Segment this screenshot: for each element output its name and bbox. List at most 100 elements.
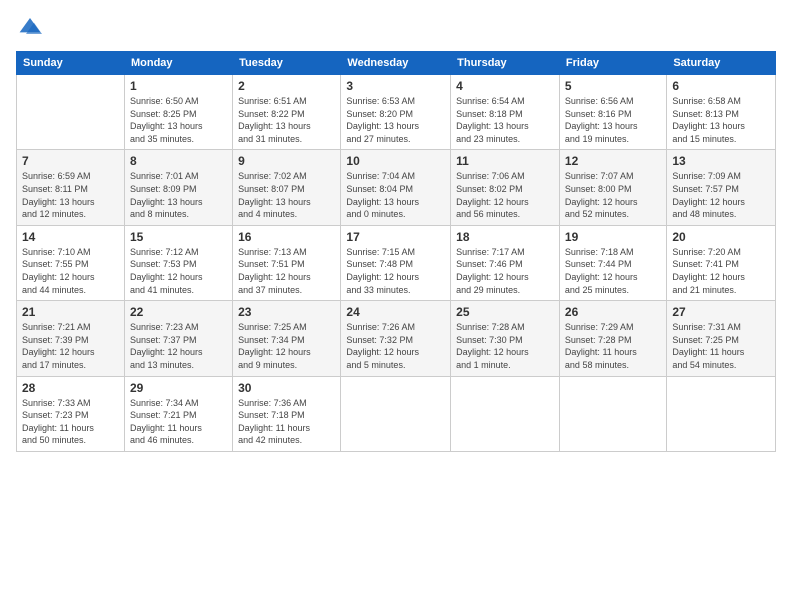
day-number: 24 bbox=[346, 305, 445, 319]
day-number: 15 bbox=[130, 230, 227, 244]
calendar-header-row: SundayMondayTuesdayWednesdayThursdayFrid… bbox=[17, 52, 776, 75]
logo bbox=[16, 16, 42, 41]
day-number: 18 bbox=[456, 230, 554, 244]
day-info: Sunrise: 6:59 AM Sunset: 8:11 PM Dayligh… bbox=[22, 170, 119, 220]
calendar-cell bbox=[17, 75, 125, 150]
day-info: Sunrise: 7:29 AM Sunset: 7:28 PM Dayligh… bbox=[565, 321, 661, 371]
day-info: Sunrise: 7:13 AM Sunset: 7:51 PM Dayligh… bbox=[238, 246, 335, 296]
calendar-cell: 19Sunrise: 7:18 AM Sunset: 7:44 PM Dayli… bbox=[559, 225, 666, 300]
day-number: 13 bbox=[672, 154, 770, 168]
day-number: 19 bbox=[565, 230, 661, 244]
calendar-cell: 2 Sunrise: 6:51 AM Sunset: 8:22 PM Daylig… bbox=[233, 75, 341, 150]
day-number: 22 bbox=[130, 305, 227, 319]
day-number: 23 bbox=[238, 305, 335, 319]
day-number: 27 bbox=[672, 305, 770, 319]
calendar-cell: 17 Sunrise: 7:15 AM Sunset: 7:48 PM Dayli… bbox=[341, 225, 451, 300]
calendar-header-wednesday: Wednesday bbox=[341, 52, 451, 75]
calendar-cell: 6Sunrise: 6:58 AM Sunset: 8:13 PM Daylig… bbox=[667, 75, 776, 150]
calendar-cell: 27 Sunrise: 7:31 AM Sunset: 7:25 PM Dayli… bbox=[667, 301, 776, 376]
calendar-week-row: 28 Sunrise: 7:33 AM Sunset: 7:23 PM Dayli… bbox=[17, 376, 776, 451]
calendar-cell: 12Sunrise: 7:07 AM Sunset: 8:00 PM Dayli… bbox=[559, 150, 666, 225]
calendar-cell: 30 Sunrise: 7:36 AM Sunset: 7:18 PM Dayli… bbox=[233, 376, 341, 451]
calendar-cell: 1 Sunrise: 6:50 AM Sunset: 8:25 PM Daylig… bbox=[124, 75, 232, 150]
day-info: Sunrise: 7:33 AM Sunset: 7:23 PM Dayligh… bbox=[22, 397, 119, 447]
day-number: 7 bbox=[22, 154, 119, 168]
day-number: 6 bbox=[672, 79, 770, 93]
day-info: Sunrise: 7:21 AM Sunset: 7:39 PM Dayligh… bbox=[22, 321, 119, 371]
calendar-header-tuesday: Tuesday bbox=[233, 52, 341, 75]
day-info: Sunrise: 7:25 AM Sunset: 7:34 PM Dayligh… bbox=[238, 321, 335, 371]
day-number: 5 bbox=[565, 79, 661, 93]
day-number: 11 bbox=[456, 154, 554, 168]
day-info: Sunrise: 6:51 AM Sunset: 8:22 PM Dayligh… bbox=[238, 95, 335, 145]
day-info: Sunrise: 7:15 AM Sunset: 7:48 PM Dayligh… bbox=[346, 246, 445, 296]
day-info: Sunrise: 7:28 AM Sunset: 7:30 PM Dayligh… bbox=[456, 321, 554, 371]
day-number: 17 bbox=[346, 230, 445, 244]
calendar-cell: 18 Sunrise: 7:17 AM Sunset: 7:46 PM Dayli… bbox=[451, 225, 560, 300]
day-info: Sunrise: 6:56 AM Sunset: 8:16 PM Dayligh… bbox=[565, 95, 661, 145]
day-info: Sunrise: 7:26 AM Sunset: 7:32 PM Dayligh… bbox=[346, 321, 445, 371]
calendar-cell: 28 Sunrise: 7:33 AM Sunset: 7:23 PM Dayli… bbox=[17, 376, 125, 451]
calendar-cell: 13 Sunrise: 7:09 AM Sunset: 7:57 PM Dayli… bbox=[667, 150, 776, 225]
calendar-week-row: 14 Sunrise: 7:10 AM Sunset: 7:55 PM Dayli… bbox=[17, 225, 776, 300]
day-number: 12 bbox=[565, 154, 661, 168]
calendar-cell: 14 Sunrise: 7:10 AM Sunset: 7:55 PM Dayli… bbox=[17, 225, 125, 300]
calendar-cell: 3Sunrise: 6:53 AM Sunset: 8:20 PM Daylig… bbox=[341, 75, 451, 150]
day-info: Sunrise: 7:34 AM Sunset: 7:21 PM Dayligh… bbox=[130, 397, 227, 447]
day-number: 4 bbox=[456, 79, 554, 93]
calendar-cell: 16Sunrise: 7:13 AM Sunset: 7:51 PM Dayli… bbox=[233, 225, 341, 300]
day-info: Sunrise: 6:53 AM Sunset: 8:20 PM Dayligh… bbox=[346, 95, 445, 145]
calendar-cell: 11 Sunrise: 7:06 AM Sunset: 8:02 PM Dayli… bbox=[451, 150, 560, 225]
day-number: 25 bbox=[456, 305, 554, 319]
day-number: 14 bbox=[22, 230, 119, 244]
day-info: Sunrise: 7:02 AM Sunset: 8:07 PM Dayligh… bbox=[238, 170, 335, 220]
day-info: Sunrise: 7:06 AM Sunset: 8:02 PM Dayligh… bbox=[456, 170, 554, 220]
day-number: 2 bbox=[238, 79, 335, 93]
calendar-header-thursday: Thursday bbox=[451, 52, 560, 75]
calendar-cell: 26 Sunrise: 7:29 AM Sunset: 7:28 PM Dayli… bbox=[559, 301, 666, 376]
day-number: 8 bbox=[130, 154, 227, 168]
calendar-cell: 24 Sunrise: 7:26 AM Sunset: 7:32 PM Dayli… bbox=[341, 301, 451, 376]
calendar-cell bbox=[451, 376, 560, 451]
calendar-cell: 7 Sunrise: 6:59 AM Sunset: 8:11 PM Daylig… bbox=[17, 150, 125, 225]
calendar-header-monday: Monday bbox=[124, 52, 232, 75]
calendar-cell: 23 Sunrise: 7:25 AM Sunset: 7:34 PM Dayli… bbox=[233, 301, 341, 376]
calendar-cell bbox=[559, 376, 666, 451]
calendar-cell: 20Sunrise: 7:20 AM Sunset: 7:41 PM Dayli… bbox=[667, 225, 776, 300]
day-number: 21 bbox=[22, 305, 119, 319]
day-number: 1 bbox=[130, 79, 227, 93]
day-number: 28 bbox=[22, 381, 119, 395]
calendar-cell: 5 Sunrise: 6:56 AM Sunset: 8:16 PM Daylig… bbox=[559, 75, 666, 150]
day-number: 10 bbox=[346, 154, 445, 168]
calendar-week-row: 21 Sunrise: 7:21 AM Sunset: 7:39 PM Dayli… bbox=[17, 301, 776, 376]
day-number: 29 bbox=[130, 381, 227, 395]
calendar-table: SundayMondayTuesdayWednesdayThursdayFrid… bbox=[16, 51, 776, 452]
day-info: Sunrise: 7:12 AM Sunset: 7:53 PM Dayligh… bbox=[130, 246, 227, 296]
day-info: Sunrise: 7:17 AM Sunset: 7:46 PM Dayligh… bbox=[456, 246, 554, 296]
day-info: Sunrise: 7:36 AM Sunset: 7:18 PM Dayligh… bbox=[238, 397, 335, 447]
day-info: Sunrise: 7:23 AM Sunset: 7:37 PM Dayligh… bbox=[130, 321, 227, 371]
calendar-week-row: 1 Sunrise: 6:50 AM Sunset: 8:25 PM Daylig… bbox=[17, 75, 776, 150]
calendar-week-row: 7 Sunrise: 6:59 AM Sunset: 8:11 PM Daylig… bbox=[17, 150, 776, 225]
day-number: 9 bbox=[238, 154, 335, 168]
day-number: 26 bbox=[565, 305, 661, 319]
calendar-cell: 10 Sunrise: 7:04 AM Sunset: 8:04 PM Dayli… bbox=[341, 150, 451, 225]
calendar-cell: 25 Sunrise: 7:28 AM Sunset: 7:30 PM Dayli… bbox=[451, 301, 560, 376]
day-info: Sunrise: 6:50 AM Sunset: 8:25 PM Dayligh… bbox=[130, 95, 227, 145]
day-info: Sunrise: 7:31 AM Sunset: 7:25 PM Dayligh… bbox=[672, 321, 770, 371]
calendar-cell: 8Sunrise: 7:01 AM Sunset: 8:09 PM Daylig… bbox=[124, 150, 232, 225]
calendar-cell: 21 Sunrise: 7:21 AM Sunset: 7:39 PM Dayli… bbox=[17, 301, 125, 376]
logo-icon bbox=[18, 16, 42, 36]
day-info: Sunrise: 7:10 AM Sunset: 7:55 PM Dayligh… bbox=[22, 246, 119, 296]
calendar-cell bbox=[667, 376, 776, 451]
day-info: Sunrise: 7:04 AM Sunset: 8:04 PM Dayligh… bbox=[346, 170, 445, 220]
calendar-cell: 22 Sunrise: 7:23 AM Sunset: 7:37 PM Dayli… bbox=[124, 301, 232, 376]
day-info: Sunrise: 7:09 AM Sunset: 7:57 PM Dayligh… bbox=[672, 170, 770, 220]
calendar-header-saturday: Saturday bbox=[667, 52, 776, 75]
calendar-cell: 29 Sunrise: 7:34 AM Sunset: 7:21 PM Dayli… bbox=[124, 376, 232, 451]
calendar-cell: 4Sunrise: 6:54 AM Sunset: 8:18 PM Daylig… bbox=[451, 75, 560, 150]
calendar-header-friday: Friday bbox=[559, 52, 666, 75]
calendar-cell bbox=[341, 376, 451, 451]
day-number: 20 bbox=[672, 230, 770, 244]
day-number: 30 bbox=[238, 381, 335, 395]
